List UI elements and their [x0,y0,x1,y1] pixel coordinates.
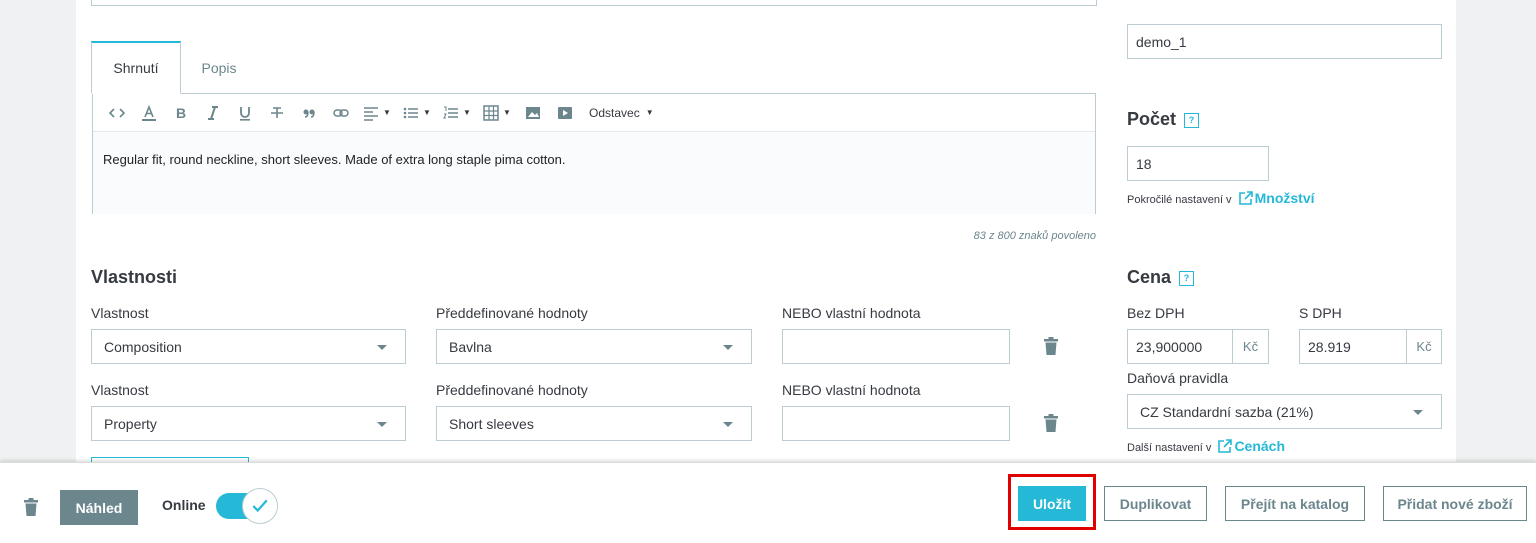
chevron-down-icon: ▼ [645,108,654,117]
tax-rule-select[interactable]: CZ Standardní sazba (21%) [1127,394,1442,429]
paragraph-format-label: Odstavec [589,105,640,120]
reference-input[interactable]: demo_1 [1127,24,1442,59]
external-link-icon [1238,191,1253,205]
price-tax-incl-input[interactable]: 28.919 [1299,329,1407,364]
more-settings-text: Další nastavení v Cenách [1127,438,1285,454]
code-view-icon[interactable] [101,94,133,132]
custom-value-input[interactable] [782,406,1010,441]
check-icon [252,499,268,513]
preview-button[interactable]: Náhled [60,490,138,525]
feature-select-value: Property [104,415,157,432]
name-input-partial[interactable] [91,0,1097,6]
online-toggle[interactable] [216,488,278,524]
more-settings-prefix: Další nastavení v [1127,442,1212,454]
tax-rules-label: Daňová pravidla [1127,370,1229,386]
bold-icon[interactable]: B [165,94,197,132]
bullet-list-dropdown[interactable]: ▼ [397,94,437,132]
tax-rule-value: CZ Standardní sazba (21%) [1140,403,1314,420]
editor-content[interactable]: Regular fit, round neckline, short sleev… [93,132,1095,214]
caret-down-icon [723,422,733,427]
predefined-label: Předdefinované hodnoty [436,305,588,321]
table-dropdown[interactable]: ▼ [477,94,517,132]
quantity-title-text: Počet [1127,109,1177,129]
custom-value-label: NEBO vlastní hodnota [782,305,921,321]
main-panel [76,0,1456,462]
price-title-text: Cena [1127,267,1172,287]
custom-value-input[interactable] [782,329,1010,364]
predefined-select-value: Bavlna [449,338,492,355]
pricing-link[interactable]: Cenách [1234,438,1285,454]
paragraph-format-dropdown[interactable]: Odstavec ▼ [581,106,654,120]
quote-icon[interactable] [293,94,325,132]
external-link-icon [1218,439,1233,453]
table-icon [483,104,499,121]
help-icon[interactable]: ? [1184,112,1200,128]
tab-description[interactable]: Popis [181,41,257,94]
tab-summary[interactable]: Shrnutí [91,41,181,94]
bullet-list-icon [403,107,419,118]
price-title: Cena? [1127,267,1195,288]
chevron-down-icon: ▼ [463,108,471,117]
align-dropdown[interactable]: ▼ [357,94,397,132]
tax-excl-label: Bez DPH [1127,305,1185,321]
predefined-select-value: Short sleeves [449,415,534,432]
features-title: Vlastnosti [91,267,178,287]
feature-select[interactable]: Property [91,406,406,441]
delete-feature-icon[interactable] [1044,337,1058,355]
editor-tabs: Shrnutí Popis [91,41,257,94]
online-label: Online [162,497,206,513]
numbered-list-dropdown[interactable]: ▼ [437,94,477,132]
feature-select[interactable]: Composition [91,329,406,364]
caret-down-icon [1413,410,1423,415]
feature-label: Vlastnost [91,305,149,321]
advanced-settings-prefix: Pokročilé nastavení v [1127,194,1232,206]
image-icon[interactable] [517,94,549,132]
custom-value-label: NEBO vlastní hodnota [782,382,921,398]
editor-toolbar: B ▼ ▼ ▼ ▼ Odstavec ▼ [93,94,1095,132]
caret-down-icon [377,422,387,427]
chevron-down-icon: ▼ [423,108,431,117]
tax-incl-label: S DPH [1299,305,1342,321]
editor-text: Regular fit, round neckline, short sleev… [103,152,566,167]
predefined-value-select[interactable]: Bavlna [436,329,752,364]
char-counter: 83 z 800 znaků povoleno [973,230,1096,242]
chevron-down-icon: ▼ [383,108,391,117]
quantity-title: Počet? [1127,109,1200,130]
feature-label: Vlastnost [91,382,149,398]
quantity-input[interactable]: 18 [1127,146,1269,181]
quantity-link[interactable]: Množství [1255,190,1315,206]
save-button[interactable]: Uložit [1018,486,1086,521]
duplicate-button[interactable]: Duplikovat [1104,486,1207,521]
link-icon[interactable] [325,94,357,132]
underline-icon[interactable] [229,94,261,132]
align-left-icon [364,106,379,121]
currency-addon: Kč [1232,329,1269,364]
caret-down-icon [723,345,733,350]
add-new-product-button[interactable]: Přidat nové zboží [1383,486,1527,521]
predefined-value-select[interactable]: Short sleeves [436,406,752,441]
caret-down-icon [377,345,387,350]
text-color-icon[interactable] [133,94,165,132]
video-icon[interactable] [549,94,581,132]
strikethrough-icon[interactable] [261,94,293,132]
delete-feature-icon[interactable] [1044,414,1058,432]
predefined-label: Předdefinované hodnoty [436,382,588,398]
feature-select-value: Composition [104,338,182,355]
price-tax-excl-input[interactable]: 23,900000 [1127,329,1233,364]
rich-text-editor: B ▼ ▼ ▼ ▼ Odstavec ▼ Regular fit, round … [92,93,1096,214]
delete-product-icon[interactable] [24,498,38,516]
numbered-list-icon [443,106,459,118]
advanced-settings-text: Pokročilé nastavení v Množství [1127,190,1315,206]
italic-icon[interactable] [197,94,229,132]
chevron-down-icon: ▼ [503,108,511,117]
help-icon[interactable]: ? [1179,270,1195,286]
toggle-knob [242,488,278,524]
goto-catalog-button[interactable]: Přejít na katalog [1225,486,1365,521]
currency-addon: Kč [1406,329,1442,364]
